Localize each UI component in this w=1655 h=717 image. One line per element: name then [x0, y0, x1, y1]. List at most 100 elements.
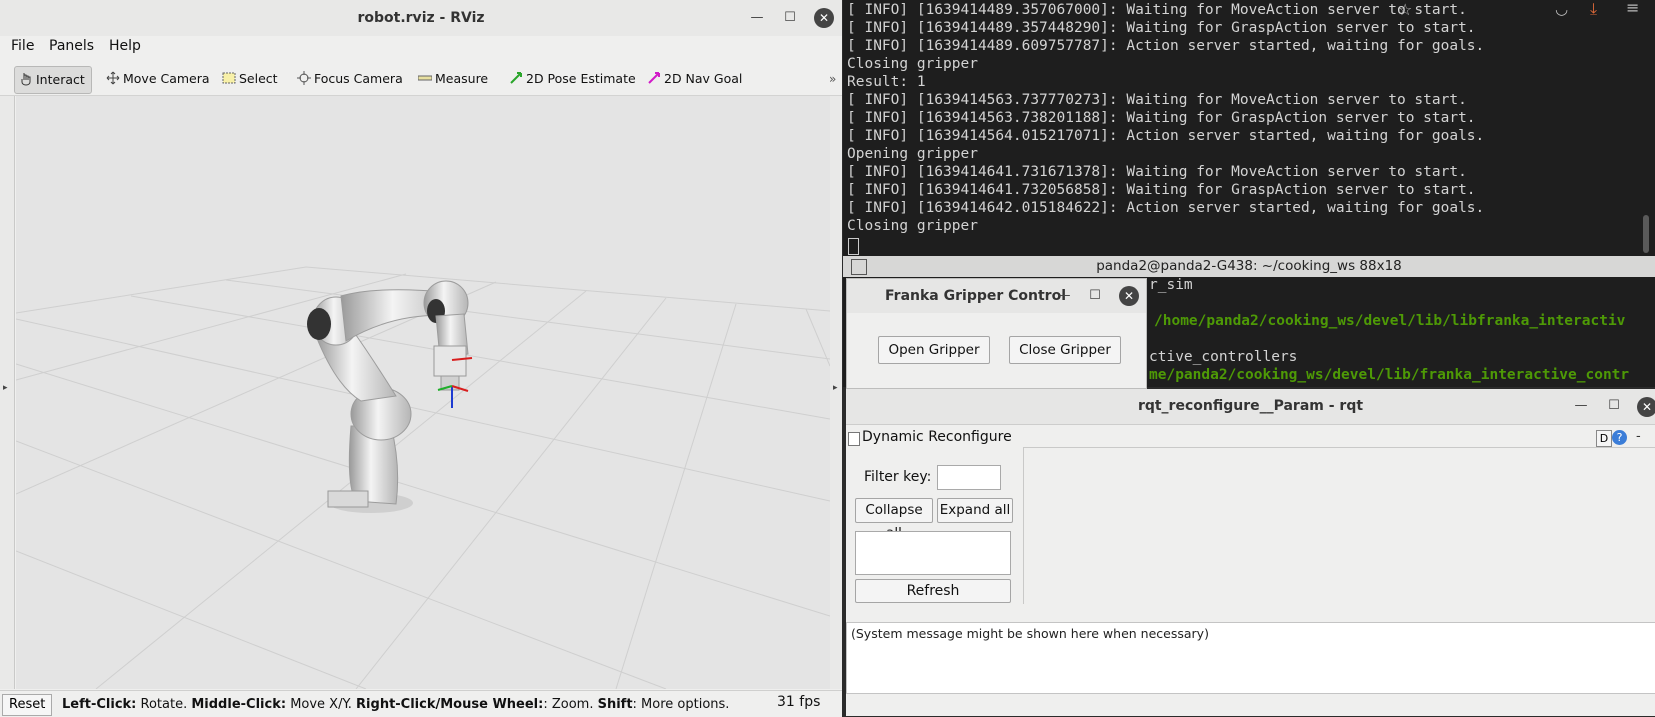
system-message-area: (System message might be shown here when… — [846, 622, 1655, 694]
menu-help[interactable]: Help — [109, 38, 141, 54]
tool-interact-label: Interact — [36, 72, 85, 87]
hint-shift-val: : More options. — [632, 697, 730, 712]
close-gripper-button[interactable]: Close Gripper — [1009, 336, 1121, 364]
toolbar-overflow[interactable]: » — [825, 66, 842, 92]
hint-left-val: Rotate. — [140, 697, 188, 712]
fps-readout: 31 fps — [777, 694, 821, 710]
terminal2-title: panda2@panda2-G438: ~/cooking_ws 88x18 — [1096, 258, 1402, 274]
hint-right-val: : Zoom. — [543, 697, 594, 712]
terminal-cursor — [848, 238, 859, 255]
rqt-window: rqt_reconfigure__Param - rqt — ☐ ✕ Dynam… — [846, 389, 1655, 716]
crosshair-icon — [297, 71, 311, 85]
3d-scene[interactable] — [16, 96, 830, 689]
minimize-icon[interactable]: — — [746, 7, 768, 29]
rqt-titlebar[interactable]: rqt_reconfigure__Param - rqt — ☐ ✕ — [846, 389, 1655, 425]
tool-2d-nav-goal[interactable]: 2D Nav Goal — [643, 66, 748, 92]
filter-key-input[interactable] — [937, 465, 1001, 490]
right-dock-handle[interactable]: ▸ — [830, 96, 842, 689]
filter-key-label: Filter key: — [864, 469, 932, 485]
maximize-icon[interactable]: ☐ — [1603, 395, 1625, 417]
close-icon[interactable]: ✕ — [1637, 397, 1655, 417]
plugin-d-button[interactable]: D — [1596, 430, 1612, 447]
terminal-line: [ INFO] [1639414564.015217071]: Action s… — [847, 128, 1485, 144]
left-dock-handle[interactable]: ▸ — [0, 96, 15, 689]
minus-icon[interactable]: - — [1636, 429, 1641, 444]
terminal-line: [ INFO] [1639414641.732056858]: Waiting … — [847, 182, 1476, 198]
open-gripper-button[interactable]: Open Gripper — [878, 336, 990, 364]
terminal-line: [ INFO] [1639414563.737770273]: Waiting … — [847, 92, 1467, 108]
ruler-icon — [418, 75, 432, 81]
terminal-window[interactable]: [ INFO] [1639414489.357067000]: Waiting … — [843, 0, 1655, 256]
rqt-title: rqt_reconfigure__Param - rqt — [1137, 398, 1364, 414]
terminal2-line: r_sim — [1149, 277, 1193, 293]
hamburger-menu-icon: ≡ — [1626, 0, 1640, 17]
tool-measure[interactable]: Measure — [414, 66, 494, 92]
refresh-button[interactable]: Refresh — [855, 579, 1011, 603]
3d-viewport[interactable] — [16, 96, 830, 689]
select-box-icon — [222, 72, 236, 84]
close-icon[interactable]: ✕ — [1119, 286, 1139, 306]
help-icon[interactable]: ? — [1612, 430, 1627, 445]
collapse-all-button[interactable]: Collapse all — [855, 498, 933, 541]
system-message: (System message might be shown here when… — [851, 626, 1209, 641]
parameter-panel — [1023, 447, 1655, 604]
download-icon: ⤓ — [1590, 0, 1598, 18]
tool-2d-pose-estimate-label: 2D Pose Estimate — [526, 71, 636, 86]
move-arrows-icon — [106, 71, 120, 85]
tool-select[interactable]: Select — [218, 66, 284, 92]
expand-all-button[interactable]: Expand all — [937, 498, 1013, 523]
terminal-line: [ INFO] [1639414489.609757787]: Action s… — [847, 38, 1485, 54]
menu-file[interactable]: File — [11, 38, 34, 54]
gripper-title: Franka Gripper Control — [885, 288, 1067, 304]
terminal-line: Closing gripper — [847, 56, 978, 72]
rviz-titlebar[interactable]: robot.rviz - RViz — ☐ ✕ — [0, 0, 842, 37]
terminal2-titlebar[interactable]: panda2@panda2-G438: ~/cooking_ws 88x18 — [843, 256, 1655, 277]
close-icon[interactable]: ✕ — [814, 8, 834, 28]
terminal-line: Result: 1 — [847, 74, 926, 90]
hint-middle-key: Middle-Click: — [191, 697, 287, 712]
mouse-hint: Left-Click: Rotate. Middle-Click: Move X… — [62, 697, 729, 712]
menu-panels[interactable]: Panels — [49, 38, 94, 54]
hand-pointer-icon — [21, 73, 31, 86]
robot-arm-model — [307, 280, 473, 513]
terminal2-line: ctive_controllers — [1149, 349, 1298, 365]
node-tree[interactable] — [855, 531, 1011, 575]
plugin-name: Dynamic Reconfigure — [862, 429, 1012, 445]
terminal2-path: me/panda2/cooking_ws/devel/lib/franka_in… — [1149, 367, 1630, 383]
terminal-line: [ INFO] [1639414489.357067000]: Waiting … — [847, 2, 1467, 18]
tool-measure-label: Measure — [435, 71, 489, 86]
tool-move-camera-label: Move Camera — [123, 71, 210, 86]
green-arrow-icon — [510, 72, 522, 84]
expand-right-icon: ▸ — [833, 383, 838, 393]
hint-middle-val: Move X/Y. — [290, 697, 352, 712]
terminal-line: Opening gripper — [847, 146, 978, 162]
star-icon: ☆ — [1398, 0, 1413, 19]
minimize-icon[interactable]: — — [1053, 285, 1075, 307]
terminal-line: [ INFO] [1639414642.015184622]: Action s… — [847, 200, 1485, 216]
terminal-line: [ INFO] [1639414489.357448290]: Waiting … — [847, 20, 1476, 36]
gripper-titlebar[interactable]: Franka Gripper Control — ☐ ✕ — [847, 279, 1146, 313]
magenta-arrow-icon — [648, 72, 660, 84]
rviz-window-title: robot.rviz - RViz — [357, 10, 485, 26]
minimize-icon[interactable]: — — [1570, 395, 1592, 417]
terminal-line: [ INFO] [1639414641.731671378]: Waiting … — [847, 164, 1467, 180]
hint-shift-key: Shift — [597, 697, 633, 712]
terminal-line: [ INFO] [1639414563.738201188]: Waiting … — [847, 110, 1476, 126]
reset-button[interactable]: Reset — [2, 694, 53, 716]
ground-grid — [16, 266, 830, 689]
tool-interact[interactable]: Interact — [14, 66, 92, 94]
tool-focus-camera-label: Focus Camera — [314, 71, 403, 86]
terminal-scrollbar[interactable] — [1643, 215, 1649, 253]
rviz-window: robot.rviz - RViz — ☐ ✕ File Panels Help… — [0, 0, 842, 717]
hint-left-key: Left-Click: — [62, 697, 137, 712]
terminal2-path: /home/panda2/cooking_ws/devel/lib/libfra… — [1154, 313, 1626, 329]
tool-move-camera[interactable]: Move Camera — [102, 66, 216, 92]
plugin-checkbox[interactable] — [848, 432, 860, 446]
maximize-icon[interactable]: ☐ — [779, 7, 801, 29]
tool-focus-camera[interactable]: Focus Camera — [293, 66, 409, 92]
tool-2d-pose-estimate[interactable]: 2D Pose Estimate — [505, 66, 642, 92]
maximize-icon[interactable]: ☐ — [1084, 285, 1106, 307]
hint-right-key: Right-Click/Mouse Wheel: — [356, 697, 544, 712]
tool-2d-nav-goal-label: 2D Nav Goal — [664, 71, 743, 86]
expand-left-icon: ▸ — [3, 383, 8, 393]
